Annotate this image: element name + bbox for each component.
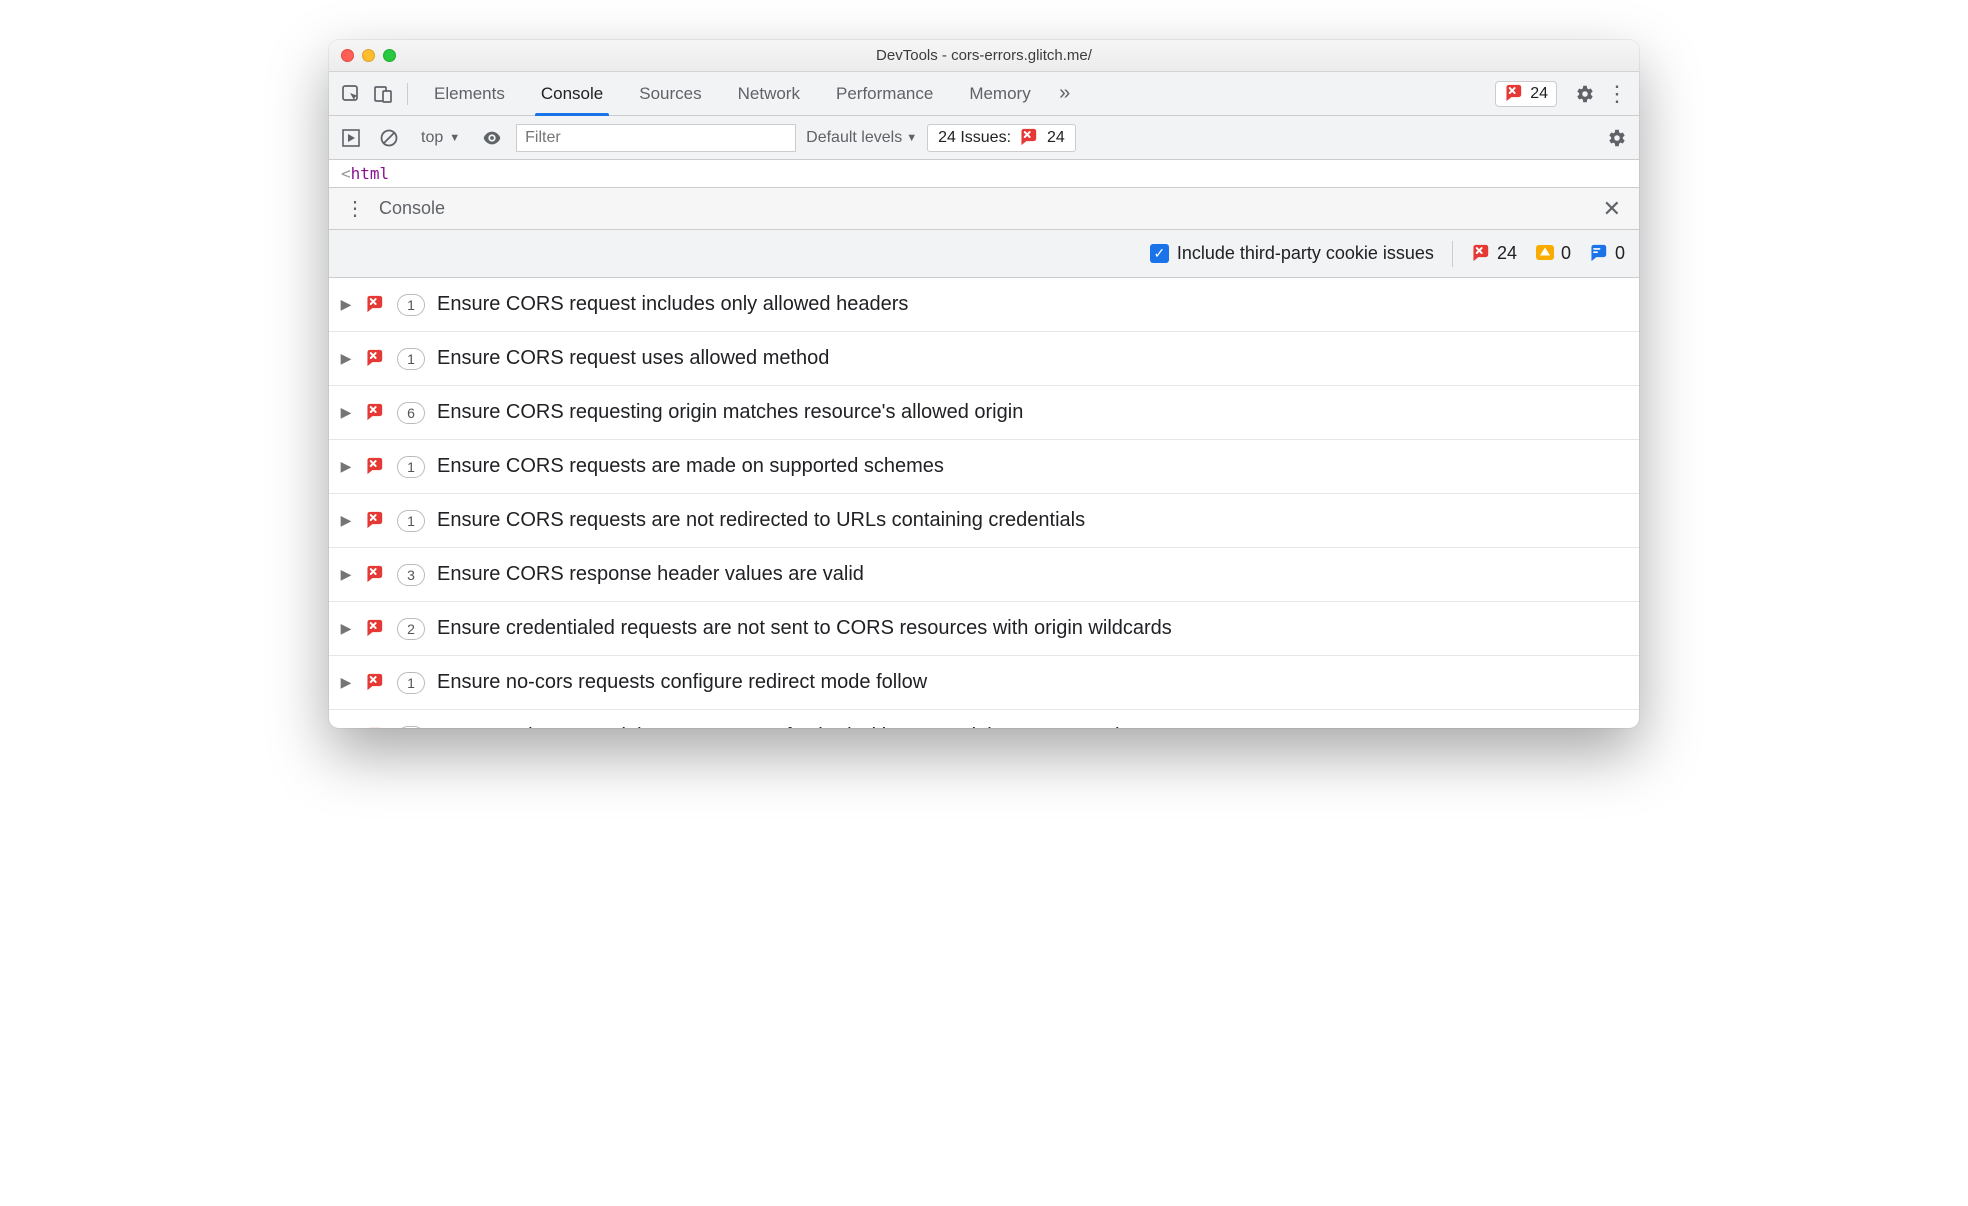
error-bubble-icon <box>365 727 385 729</box>
html-source-line: <html <box>329 160 1639 188</box>
issue-label: Ensure no-cors requests configure redire… <box>437 671 927 694</box>
error-bubble-icon <box>365 457 385 477</box>
issue-label: Ensure credentialed requests are not sen… <box>437 617 1172 640</box>
issue-count-badge: 1 <box>397 726 425 729</box>
issue-label: Ensure CORS requests are not redirected … <box>437 509 1085 532</box>
tab-elements[interactable]: Elements <box>418 72 521 115</box>
checkbox-checked-icon: ✓ <box>1150 244 1169 263</box>
settings-icon[interactable] <box>1571 80 1599 108</box>
console-toolbar: top ▼ Default levels ▼ 24 Issues: 24 <box>329 116 1639 160</box>
drawer-header: ⋮ Console ✕ <box>329 188 1639 230</box>
info-count-badge[interactable]: 0 <box>1589 243 1625 264</box>
issue-count-badge: 3 <box>397 564 425 586</box>
chevron-right-icon: ▶ <box>339 350 353 367</box>
errors-indicator-button[interactable]: 24 <box>1495 81 1557 107</box>
issue-count-badge: 1 <box>397 456 425 478</box>
issue-count-badge: 1 <box>397 348 425 370</box>
issue-label: Ensure CORS request includes only allowe… <box>437 293 908 316</box>
filter-input[interactable] <box>516 124 796 152</box>
chevron-right-icon: ▶ <box>339 458 353 475</box>
close-drawer-icon[interactable]: ✕ <box>1597 196 1627 222</box>
execute-icon[interactable] <box>337 124 365 152</box>
console-settings-icon[interactable] <box>1603 124 1631 152</box>
issue-row[interactable]: ▶ 1 Ensure CORS request includes only al… <box>329 278 1639 332</box>
chevron-right-icon: ▶ <box>339 566 353 583</box>
tab-console[interactable]: Console <box>525 72 619 115</box>
warning-bubble-icon <box>1535 244 1555 264</box>
log-levels-selector[interactable]: Default levels ▼ <box>806 129 917 147</box>
issue-count-badge: 2 <box>397 618 425 640</box>
divider <box>407 83 408 105</box>
tab-network[interactable]: Network <box>722 72 816 115</box>
more-tabs-icon[interactable]: » <box>1051 80 1079 108</box>
issue-count-badge: 6 <box>397 402 425 424</box>
chevron-right-icon: ▶ <box>339 296 353 313</box>
issue-row[interactable]: ▶ 1 Ensure no-cors requests configure re… <box>329 656 1639 710</box>
clear-console-icon[interactable] <box>375 124 403 152</box>
inspect-icon[interactable] <box>337 80 365 108</box>
issue-row[interactable]: ▶ 6 Ensure CORS requesting origin matche… <box>329 386 1639 440</box>
window-title: DevTools - cors-errors.glitch.me/ <box>329 47 1639 64</box>
issue-label: Ensure CORS requests are made on support… <box>437 455 944 478</box>
issue-count-badge: 1 <box>397 672 425 694</box>
device-toolbar-icon[interactable] <box>369 80 397 108</box>
issues-list[interactable]: ▶ 1 Ensure CORS request includes only al… <box>329 278 1639 728</box>
titlebar: DevTools - cors-errors.glitch.me/ <box>329 40 1639 72</box>
minimize-window-button[interactable] <box>362 49 375 62</box>
tab-memory[interactable]: Memory <box>953 72 1046 115</box>
issue-label: Ensure only same-origin resources are fe… <box>437 725 1131 728</box>
issue-row[interactable]: ▶ 1 Ensure CORS requests are not redirec… <box>329 494 1639 548</box>
info-bubble-icon <box>1589 244 1609 264</box>
error-bubble-icon <box>365 511 385 531</box>
error-bubble-icon <box>365 349 385 369</box>
issue-row[interactable]: ▶ 1 Ensure CORS request uses allowed met… <box>329 332 1639 386</box>
issue-label: Ensure CORS request uses allowed method <box>437 347 829 370</box>
issue-row[interactable]: ▶ 3 Ensure CORS response header values a… <box>329 548 1639 602</box>
error-bubble-icon <box>1504 84 1524 104</box>
main-tabstrip: Elements Console Sources Network Perform… <box>329 72 1639 116</box>
context-selector[interactable]: top ▼ <box>413 127 468 149</box>
issue-label: Ensure CORS response header values are v… <box>437 563 864 586</box>
close-window-button[interactable] <box>341 49 354 62</box>
chevron-right-icon: ▶ <box>339 674 353 691</box>
warnings-count-badge[interactable]: 0 <box>1535 243 1571 264</box>
errors-count-badge[interactable]: 24 <box>1471 243 1517 264</box>
issue-row[interactable]: ▶ 2 Ensure credentialed requests are not… <box>329 602 1639 656</box>
third-party-cookies-checkbox[interactable]: ✓ Include third-party cookie issues <box>1150 243 1434 264</box>
issues-button[interactable]: 24 Issues: 24 <box>927 124 1076 152</box>
issue-row[interactable]: ▶ 1 Ensure CORS requests are made on sup… <box>329 440 1639 494</box>
error-bubble-icon <box>365 295 385 315</box>
issues-filter-bar: ✓ Include third-party cookie issues 24 0… <box>329 230 1639 278</box>
chevron-right-icon: ▶ <box>339 620 353 637</box>
issue-label: Ensure CORS requesting origin matches re… <box>437 401 1023 424</box>
chevron-down-icon: ▼ <box>906 132 917 144</box>
drawer-menu-icon[interactable]: ⋮ <box>341 195 369 223</box>
chevron-right-icon: ▶ <box>339 512 353 529</box>
chevron-down-icon: ▼ <box>449 132 460 144</box>
error-bubble-icon <box>1019 128 1039 148</box>
tab-sources[interactable]: Sources <box>623 72 717 115</box>
chevron-right-icon: ▶ <box>339 404 353 421</box>
tab-performance[interactable]: Performance <box>820 72 949 115</box>
issue-count-badge: 1 <box>397 294 425 316</box>
zoom-window-button[interactable] <box>383 49 396 62</box>
error-bubble-icon <box>1471 244 1491 264</box>
divider <box>1452 241 1453 267</box>
live-expression-icon[interactable] <box>478 124 506 152</box>
kebab-menu-icon[interactable]: ⋮ <box>1603 80 1631 108</box>
error-bubble-icon <box>365 565 385 585</box>
devtools-window: DevTools - cors-errors.glitch.me/ Elemen… <box>329 40 1639 728</box>
drawer-title: Console <box>379 198 445 219</box>
error-bubble-icon <box>365 403 385 423</box>
error-bubble-icon <box>365 673 385 693</box>
issue-count-badge: 1 <box>397 510 425 532</box>
issue-row[interactable]: ▶ 1 Ensure only same-origin resources ar… <box>329 710 1639 728</box>
traffic-lights <box>341 49 396 62</box>
errors-count: 24 <box>1530 85 1548 103</box>
error-bubble-icon <box>365 619 385 639</box>
